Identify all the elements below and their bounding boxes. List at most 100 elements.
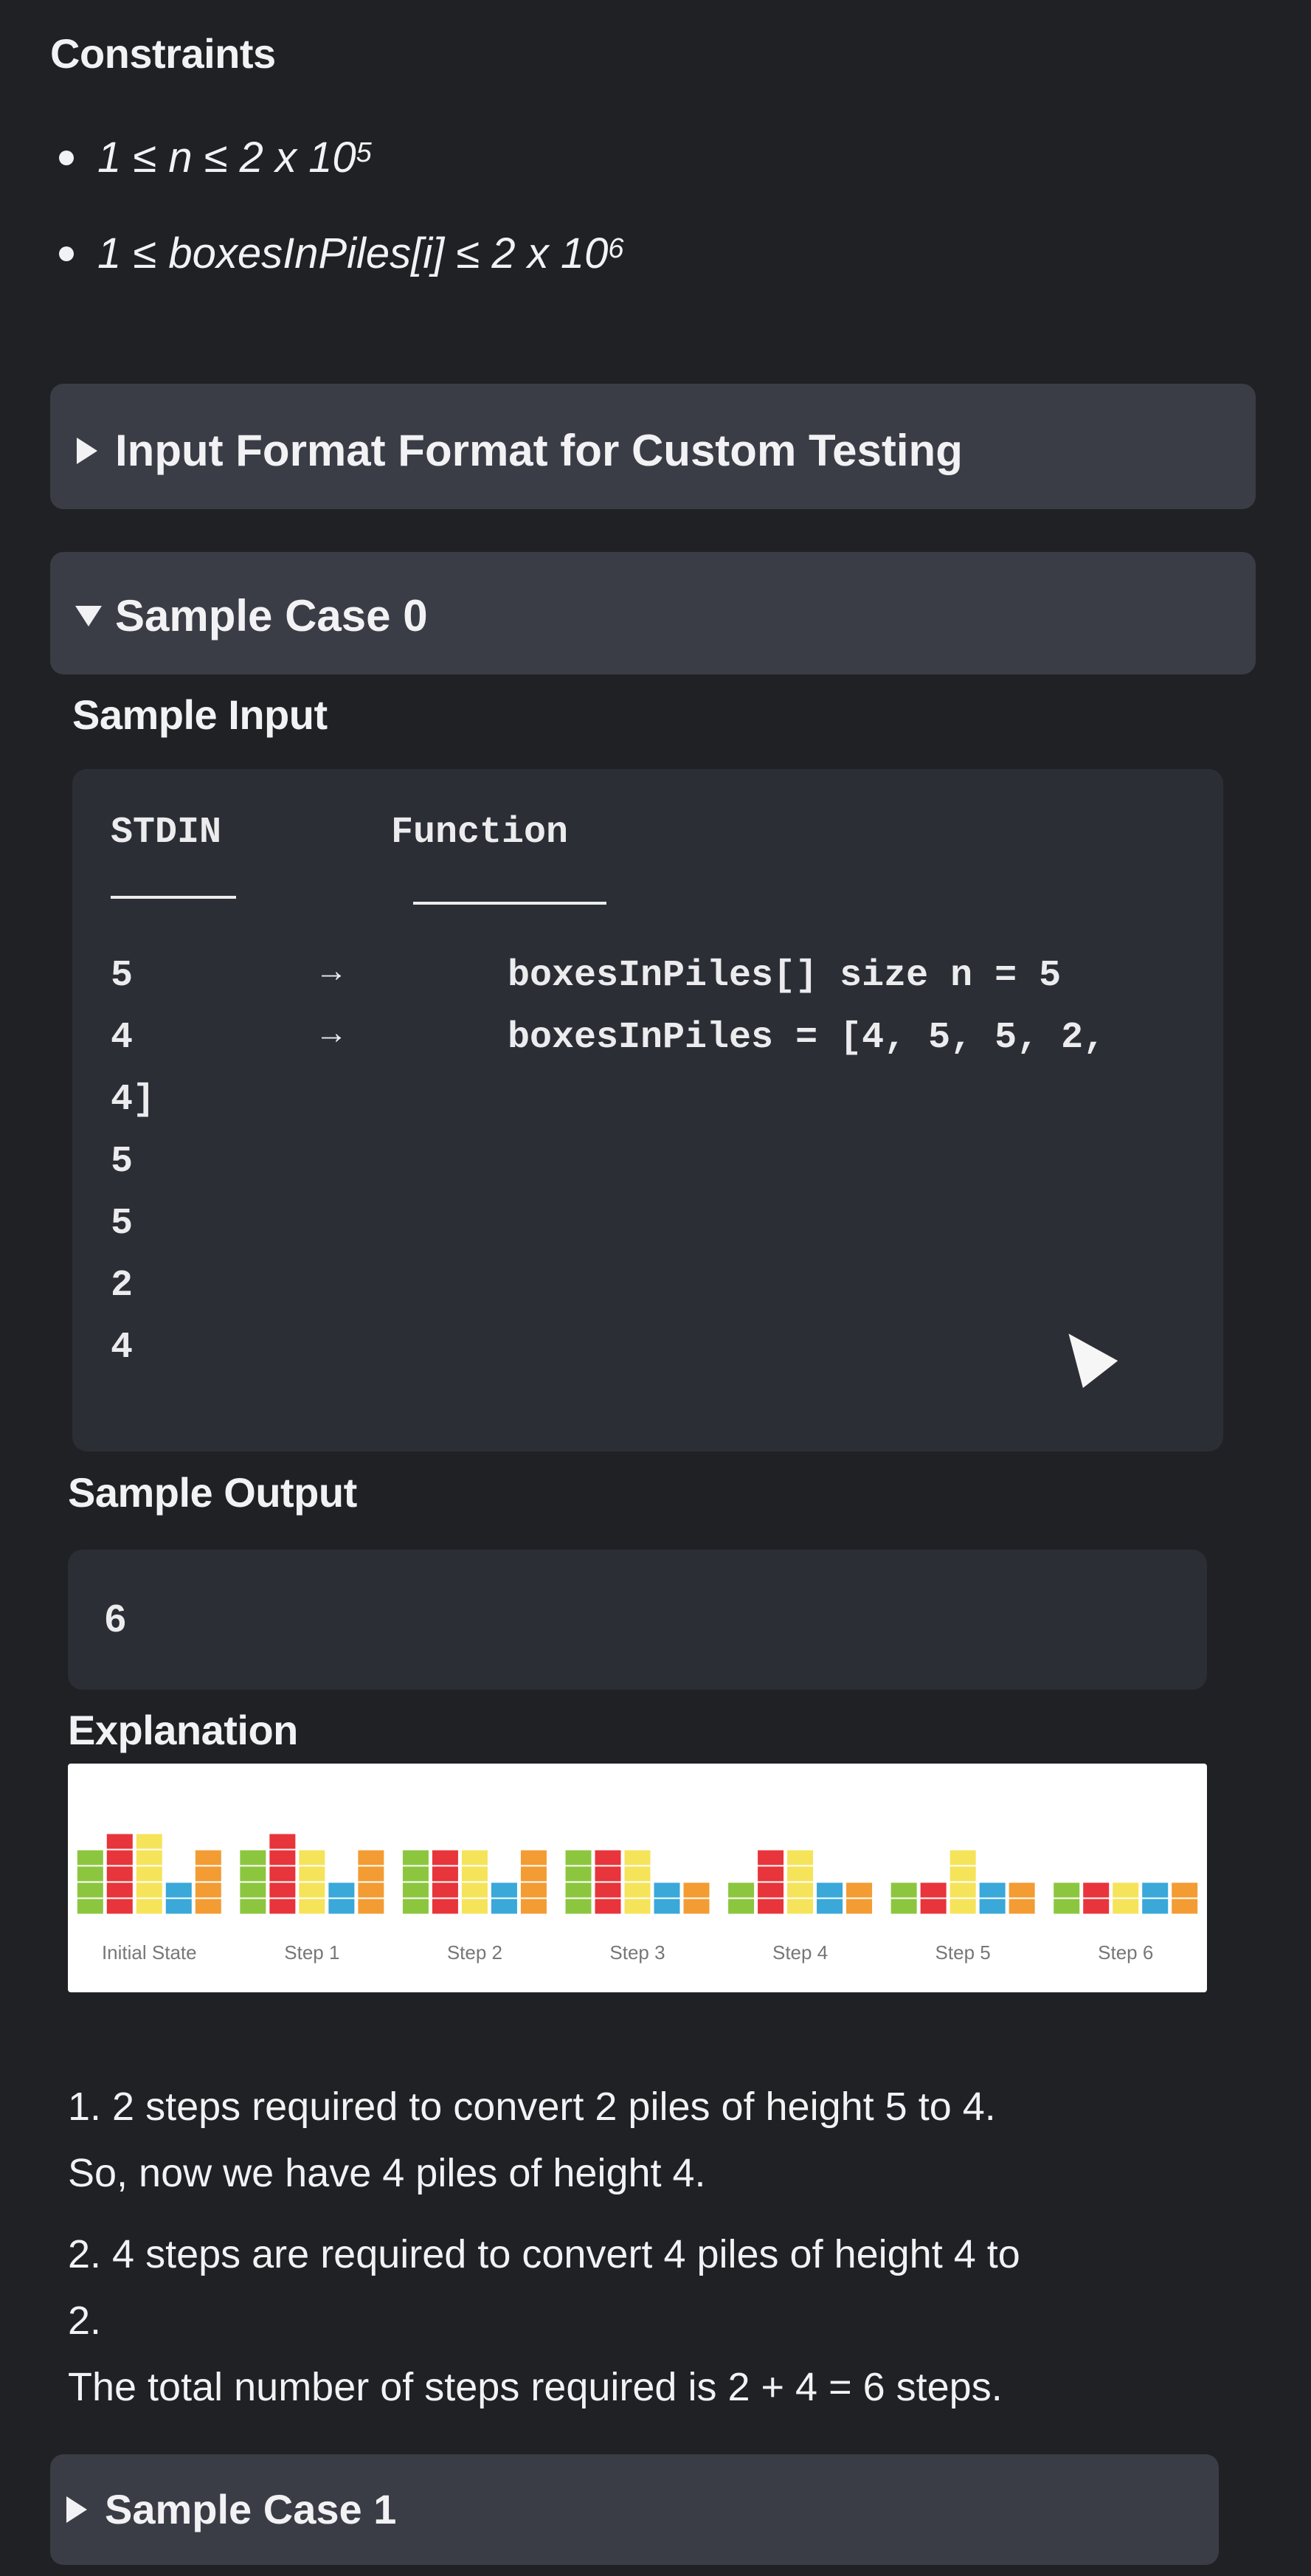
code-line-left: 2 [111, 1265, 134, 1307]
step-caption: Step 3 [609, 1941, 665, 1964]
sample-case-1-panel[interactable]: Sample Case 1 [50, 2454, 1219, 2565]
box [786, 1882, 814, 1899]
box [76, 1865, 104, 1882]
constraint-item: 1 ≤ n ≤ 2 x 10 5 [59, 133, 372, 182]
box [135, 1849, 163, 1866]
box [978, 1898, 1006, 1915]
box [1008, 1898, 1036, 1915]
box [328, 1882, 356, 1899]
box [328, 1898, 356, 1915]
box [105, 1898, 134, 1915]
code-line-left: 5 [111, 1141, 134, 1183]
box [519, 1898, 547, 1915]
sample-output-value: 6 [105, 1598, 126, 1640]
pile-state-2: Step 2 [401, 1849, 547, 1964]
input-format-label: Input Format Format for Custom Testing [115, 426, 963, 475]
box [401, 1898, 429, 1915]
box [269, 1833, 297, 1850]
box [194, 1898, 222, 1915]
box [165, 1898, 193, 1915]
box [76, 1898, 104, 1915]
box [845, 1882, 874, 1899]
step-caption: Step 2 [447, 1941, 502, 1964]
sample-input-heading: Sample Input [72, 691, 328, 738]
box [431, 1882, 459, 1899]
code-line-left: 5 [111, 1203, 134, 1245]
sample-case-0-label: Sample Case 0 [115, 591, 428, 640]
box [239, 1882, 267, 1899]
function-header: Function [391, 812, 569, 854]
box [682, 1898, 710, 1915]
box [727, 1898, 755, 1915]
box [460, 1849, 488, 1866]
box [919, 1898, 947, 1915]
box [1008, 1882, 1036, 1899]
box [1171, 1898, 1199, 1915]
box [269, 1865, 297, 1882]
constraint-exponent: 6 [608, 233, 624, 264]
pile-steps-diagram: Initial State Step 1 Step 2 Step 3 Step 4 Ste… [76, 1833, 1199, 1964]
arrow-icon: → [322, 1017, 342, 1054]
box [1141, 1898, 1169, 1915]
code-line-right: boxesInPiles[] size n = 5 [508, 955, 1062, 997]
box [757, 1865, 785, 1882]
step-caption: Step 1 [284, 1941, 339, 1964]
stdin-underline [111, 896, 236, 899]
sample-case-0-toggle[interactable]: Sample Case 0 [75, 590, 428, 641]
explanation-figure: Initial State Step 1 Step 2 Step 3 Step 4 Ste… [68, 1764, 1207, 1992]
box [357, 1898, 385, 1915]
box [623, 1865, 651, 1882]
box [401, 1882, 429, 1899]
constraint-exponent: 5 [356, 137, 372, 168]
input-format-toggle[interactable]: Input Format Format for Custom Testing [77, 425, 963, 476]
pile-state-6: Step 6 [1053, 1882, 1199, 1964]
bullet-icon [59, 150, 74, 165]
box [1053, 1882, 1081, 1899]
sample-case-1-label: Sample Case 1 [105, 2486, 397, 2532]
sample-case-0-panel[interactable]: Sample Case 0 [50, 552, 1256, 674]
sample-output-block: 6 [68, 1550, 1207, 1690]
box [460, 1898, 488, 1915]
box [727, 1882, 755, 1899]
box [1141, 1882, 1169, 1899]
code-line-left: 4] [111, 1079, 156, 1121]
box [490, 1882, 518, 1899]
explanation-line: The total number of steps required is 2 … [68, 2365, 1003, 2409]
constraint-text: 1 ≤ n ≤ 2 x 10 [97, 134, 356, 182]
box [919, 1882, 947, 1899]
box [194, 1849, 222, 1866]
box [653, 1882, 681, 1899]
problem-statement-page: Constraints 1 ≤ n ≤ 2 x 10 5 1 ≤ boxesInP… [0, 0, 1311, 2576]
box [564, 1849, 592, 1866]
code-line-left: 4 [111, 1017, 134, 1059]
box [135, 1865, 163, 1882]
code-line-right: boxesInPiles = [4, 5, 5, 2, [508, 1017, 1106, 1059]
input-format-panel[interactable]: Input Format Format for Custom Testing [50, 384, 1256, 509]
box [460, 1865, 488, 1882]
box [786, 1898, 814, 1915]
box [949, 1849, 977, 1866]
box [786, 1849, 814, 1866]
box [135, 1882, 163, 1899]
constraints-heading: Constraints [50, 30, 276, 77]
box [431, 1898, 459, 1915]
box [1053, 1898, 1081, 1915]
box [76, 1849, 104, 1866]
box [519, 1865, 547, 1882]
box [357, 1865, 385, 1882]
box [757, 1849, 785, 1866]
box [105, 1865, 134, 1882]
pile-state-1: Step 1 [239, 1833, 385, 1964]
box [816, 1882, 844, 1899]
code-line-left: 5 [111, 955, 134, 997]
box [298, 1898, 326, 1915]
box [757, 1898, 785, 1915]
step-caption: Step 6 [1098, 1941, 1153, 1964]
sample-case-1-toggle[interactable]: Sample Case 1 [66, 2485, 396, 2533]
box [623, 1882, 651, 1899]
box [890, 1882, 918, 1899]
stdin-header: STDIN [111, 812, 222, 854]
box [623, 1849, 651, 1866]
box [165, 1882, 193, 1899]
box [239, 1898, 267, 1915]
